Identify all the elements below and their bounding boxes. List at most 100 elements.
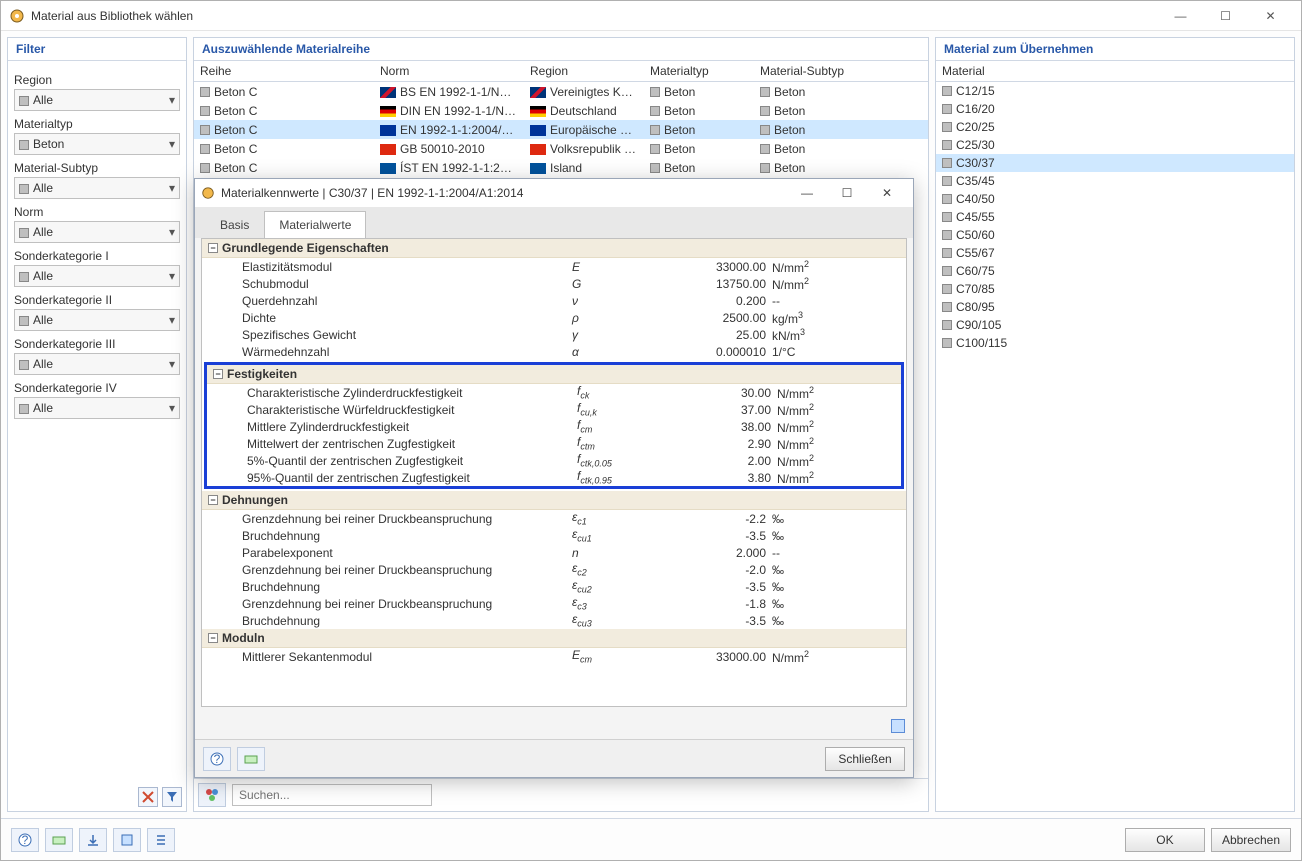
property-row[interactable]: Mittelwert der zentrischen Zugfestigkeit… bbox=[207, 435, 901, 452]
series-row[interactable]: Beton CÍST EN 1992-1-1:2004/...IslandBet… bbox=[194, 158, 928, 177]
sub-close-action-button[interactable]: Schließen bbox=[825, 747, 905, 771]
tab-materialwerte[interactable]: Materialwerte bbox=[264, 211, 366, 238]
property-row[interactable]: Charakteristische Würfeldruckfestigkeitf… bbox=[207, 401, 901, 418]
material-item[interactable]: C50/60 bbox=[936, 226, 1294, 244]
collapse-icon[interactable]: − bbox=[213, 369, 223, 379]
filter-special4-label: Sonderkategorie IV bbox=[14, 381, 180, 395]
series-row[interactable]: Beton CGB 50010-2010Volksrepublik C...Be… bbox=[194, 139, 928, 158]
property-row[interactable]: 95%-Quantil der zentrischen Zugfestigkei… bbox=[207, 469, 901, 486]
property-row[interactable]: Bruchdehnungεcu1-3.5‰ bbox=[202, 527, 906, 544]
flag-icon bbox=[380, 144, 396, 155]
material-item[interactable]: C12/15 bbox=[936, 82, 1294, 100]
property-row[interactable]: Bruchdehnungεcu3-3.5‰ bbox=[202, 612, 906, 629]
chevron-down-icon: ▾ bbox=[169, 269, 175, 283]
property-row[interactable]: Grenzdehnung bei reiner Druckbeanspruchu… bbox=[202, 595, 906, 612]
collapse-icon[interactable]: − bbox=[208, 243, 218, 253]
material-item[interactable]: C70/85 bbox=[936, 280, 1294, 298]
section-strength[interactable]: −Festigkeiten bbox=[207, 365, 901, 384]
filter-special1-select[interactable]: Alle▾ bbox=[14, 265, 180, 287]
ok-button[interactable]: OK bbox=[1125, 828, 1205, 852]
col-norm[interactable]: Norm bbox=[374, 61, 524, 81]
sub-close-button[interactable]: ✕ bbox=[867, 180, 907, 206]
property-row[interactable]: Wärmedehnzahlα0.0000101/°C bbox=[202, 343, 906, 360]
filter-type-select[interactable]: Beton▾ bbox=[14, 133, 180, 155]
collapse-icon[interactable]: − bbox=[208, 495, 218, 505]
material-item[interactable]: C30/37 bbox=[936, 154, 1294, 172]
filter-subtype-select[interactable]: Alle▾ bbox=[14, 177, 180, 199]
flag-icon bbox=[530, 106, 546, 117]
color-legend-button[interactable] bbox=[198, 783, 226, 807]
list-button[interactable] bbox=[147, 828, 175, 852]
cancel-button[interactable]: Abbrechen bbox=[1211, 828, 1291, 852]
save-library-button[interactable] bbox=[113, 828, 141, 852]
material-item[interactable]: C16/20 bbox=[936, 100, 1294, 118]
filter-icon-button[interactable] bbox=[162, 787, 182, 807]
export-icon[interactable] bbox=[891, 719, 905, 733]
collapse-icon[interactable]: − bbox=[208, 633, 218, 643]
filter-special2-select[interactable]: Alle▾ bbox=[14, 309, 180, 331]
filter-special3-select[interactable]: Alle▾ bbox=[14, 353, 180, 375]
flag-icon bbox=[530, 87, 546, 98]
section-strain[interactable]: −Dehnungen bbox=[202, 491, 906, 510]
flag-icon bbox=[530, 125, 546, 136]
sub-help-button[interactable]: ? bbox=[203, 747, 231, 771]
close-button[interactable]: ✕ bbox=[1248, 2, 1293, 30]
minimize-button[interactable]: — bbox=[1158, 2, 1203, 30]
material-item[interactable]: C80/95 bbox=[936, 298, 1294, 316]
property-row[interactable]: Charakteristische Zylinderdruckfestigkei… bbox=[207, 384, 901, 401]
col-reihe[interactable]: Reihe bbox=[194, 61, 374, 81]
filter-norm-select[interactable]: Alle▾ bbox=[14, 221, 180, 243]
subdialog-footer: ? Schließen bbox=[195, 739, 913, 777]
property-row[interactable]: Bruchdehnungεcu2-3.5‰ bbox=[202, 578, 906, 595]
material-item[interactable]: C25/30 bbox=[936, 136, 1294, 154]
material-item[interactable]: C55/67 bbox=[936, 244, 1294, 262]
filter-special4-select[interactable]: Alle▾ bbox=[14, 397, 180, 419]
col-region[interactable]: Region bbox=[524, 61, 644, 81]
help-button[interactable]: ? bbox=[11, 828, 39, 852]
property-row[interactable]: Mittlere Zylinderdruckfestigkeitfcm38.00… bbox=[207, 418, 901, 435]
tab-basis[interactable]: Basis bbox=[205, 211, 264, 238]
filter-special3-label: Sonderkategorie III bbox=[14, 337, 180, 351]
property-row[interactable]: Spezifisches Gewichtγ25.00kN/m3 bbox=[202, 326, 906, 343]
sub-units-button[interactable] bbox=[237, 747, 265, 771]
property-row[interactable]: ElastizitätsmodulE33000.00N/mm2 bbox=[202, 258, 906, 275]
material-item[interactable]: C45/55 bbox=[936, 208, 1294, 226]
property-row[interactable]: Mittlerer SekantenmodulEcm33000.00N/mm2 bbox=[202, 648, 906, 665]
property-row[interactable]: Grenzdehnung bei reiner Druckbeanspruchu… bbox=[202, 510, 906, 527]
sub-minimize-button[interactable]: — bbox=[787, 180, 827, 206]
sub-maximize-button[interactable]: ☐ bbox=[827, 180, 867, 206]
section-basic[interactable]: −Grundlegende Eigenschaften bbox=[202, 239, 906, 258]
property-row[interactable]: 5%-Quantil der zentrischen Zugfestigkeit… bbox=[207, 452, 901, 469]
col-subtyp[interactable]: Material-Subtyp bbox=[754, 61, 928, 81]
units-button[interactable] bbox=[45, 828, 73, 852]
col-typ[interactable]: Materialtyp bbox=[644, 61, 754, 81]
window-title: Material aus Bibliothek wählen bbox=[31, 9, 193, 23]
material-item[interactable]: C40/50 bbox=[936, 190, 1294, 208]
material-item[interactable]: C20/25 bbox=[936, 118, 1294, 136]
material-col-header[interactable]: Material bbox=[936, 61, 1294, 81]
series-search-input[interactable] bbox=[232, 784, 432, 806]
svg-text:?: ? bbox=[214, 752, 221, 766]
material-panel-header: Material zum Übernehmen bbox=[936, 38, 1294, 61]
filter-region-select[interactable]: Alle▾ bbox=[14, 89, 180, 111]
subdialog-titlebar: Materialkennwerte | C30/37 | EN 1992-1-1… bbox=[195, 179, 913, 207]
series-header: Auszuwählende Materialreihe bbox=[194, 38, 928, 61]
series-row[interactable]: Beton CDIN EN 1992-1-1/NA/A...Deutschlan… bbox=[194, 101, 928, 120]
material-item[interactable]: C90/105 bbox=[936, 316, 1294, 334]
property-row[interactable]: SchubmodulG13750.00N/mm2 bbox=[202, 275, 906, 292]
material-item[interactable]: C35/45 bbox=[936, 172, 1294, 190]
section-moduli[interactable]: −Moduln bbox=[202, 629, 906, 648]
property-row[interactable]: Dichteρ2500.00kg/m3 bbox=[202, 309, 906, 326]
series-row[interactable]: Beton CBS EN 1992-1-1/NA:20...Vereinigte… bbox=[194, 82, 928, 101]
clear-filter-button[interactable] bbox=[138, 787, 158, 807]
property-row[interactable]: Parabelexponentn2.000-- bbox=[202, 544, 906, 561]
property-row[interactable]: Grenzdehnung bei reiner Druckbeanspruchu… bbox=[202, 561, 906, 578]
main-window: Material aus Bibliothek wählen — ☐ ✕ Fil… bbox=[0, 0, 1302, 861]
material-item[interactable]: C100/115 bbox=[936, 334, 1294, 352]
series-row[interactable]: Beton CEN 1992-1-1:2004/A1:2...Europäisc… bbox=[194, 120, 928, 139]
property-row[interactable]: Querdehnzahlν0.200-- bbox=[202, 292, 906, 309]
maximize-button[interactable]: ☐ bbox=[1203, 2, 1248, 30]
material-item[interactable]: C60/75 bbox=[936, 262, 1294, 280]
subdialog-body: −Grundlegende Eigenschaften Elastizitäts… bbox=[201, 238, 907, 707]
import-button[interactable] bbox=[79, 828, 107, 852]
